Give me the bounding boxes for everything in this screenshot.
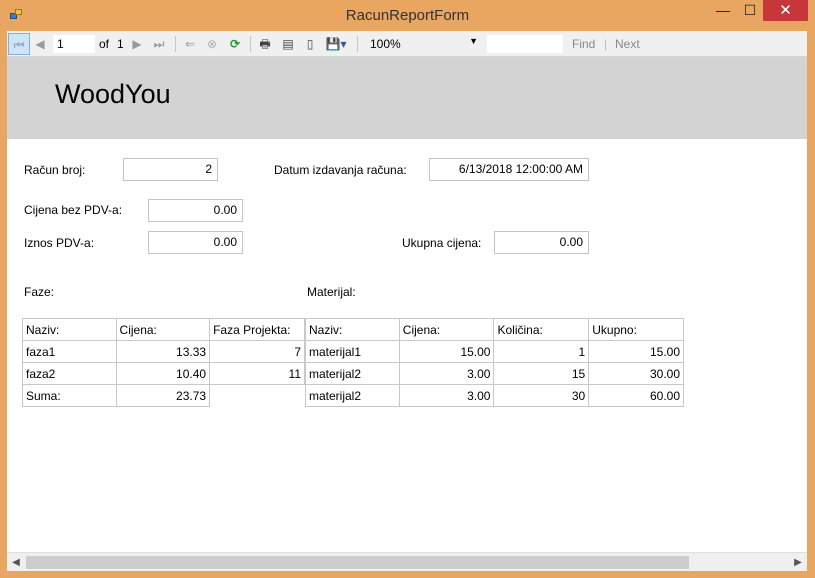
faza-projekta-cell: 7 xyxy=(209,340,305,363)
materijal-section-label: Materijal: xyxy=(307,285,356,299)
title-bar[interactable]: RacunReportForm — ☐ ✕ xyxy=(0,0,815,31)
first-page-icon[interactable]: ⏮ xyxy=(8,33,30,55)
refresh-icon[interactable]: ⟳ xyxy=(226,35,244,53)
toolbar-separator xyxy=(175,36,176,52)
ukupna-cijena-label: Ukupna cijena: xyxy=(402,236,482,250)
table-row: materijal2 3.00 30 60.00 xyxy=(305,384,684,407)
materijal-naziv-cell: materijal2 xyxy=(305,384,400,407)
empty-cell xyxy=(210,385,305,407)
table-row: faza1 13.33 7 xyxy=(22,340,305,363)
iznos-pdv-value: 0.00 xyxy=(148,231,243,254)
find-button[interactable]: Find xyxy=(572,37,595,51)
back-icon[interactable]: ⇐ xyxy=(182,35,198,53)
datum-label: Datum izdavanja računa: xyxy=(274,163,407,177)
column-header: Naziv: xyxy=(22,318,117,341)
export-icon[interactable]: 💾▾ xyxy=(323,35,349,53)
find-next-button[interactable]: Next xyxy=(615,37,640,51)
table-header-row: Naziv: Cijena: Količina: Ukupno: xyxy=(305,318,684,341)
column-header: Faza Projekta: xyxy=(209,318,305,341)
ukupna-cijena-value: 0.00 xyxy=(494,231,589,254)
current-page-input[interactable] xyxy=(53,35,95,53)
iznos-pdv-label: Iznos PDV-a: xyxy=(24,236,95,250)
dropdown-arrow-icon: ▼ xyxy=(469,36,478,46)
faza-cijena-cell: 13.33 xyxy=(115,340,211,363)
report-toolbar: ⏮ ◀ of 1 ▶ ⏭ ⇐ ⊗ ⟳ 🖶 ▤ ▯ 💾▾ 100% ▼ Find … xyxy=(7,31,807,57)
table-row: faza2 10.40 11 xyxy=(22,362,305,385)
report-header: WoodYou xyxy=(7,57,807,139)
column-header: Naziv: xyxy=(305,318,400,341)
report-viewer: ⏮ ◀ of 1 ▶ ⏭ ⇐ ⊗ ⟳ 🖶 ▤ ▯ 💾▾ 100% ▼ Find … xyxy=(7,31,807,571)
materijal-ukupno-cell: 30.00 xyxy=(588,362,684,385)
company-title: WoodYou xyxy=(55,79,171,109)
racun-broj-label: Račun broj: xyxy=(24,163,86,177)
column-header: Količina: xyxy=(493,318,590,341)
scrollbar-thumb[interactable] xyxy=(26,556,689,569)
materijal-ukupno-cell: 15.00 xyxy=(588,340,684,363)
faza-cijena-cell: 10.40 xyxy=(115,362,211,385)
scroll-right-icon[interactable]: ▶ xyxy=(791,554,805,571)
print-layout-icon[interactable]: ▤ xyxy=(279,35,297,53)
cijena-bez-pdv-label: Cijena bez PDV-a: xyxy=(24,203,123,217)
find-separator: | xyxy=(604,37,608,51)
toolbar-separator xyxy=(357,36,358,52)
maximize-button[interactable]: ☐ xyxy=(735,0,765,21)
materijal-cijena-cell: 15.00 xyxy=(398,340,495,363)
faze-section-label: Faze: xyxy=(24,285,55,299)
zoom-select[interactable]: 100% ▼ xyxy=(364,35,482,53)
table-row: materijal1 15.00 1 15.00 xyxy=(305,340,684,363)
datum-value: 6/13/2018 12:00:00 AM xyxy=(429,158,589,181)
horizontal-scrollbar[interactable]: ◀ ▶ xyxy=(7,552,807,571)
table-row: materijal2 3.00 15 30.00 xyxy=(305,362,684,385)
faza-naziv-cell: faza2 xyxy=(22,362,117,385)
sum-row: Suma: 23.73 xyxy=(22,384,305,407)
materijal-kolicina-cell: 30 xyxy=(493,384,590,407)
materijal-table: Naziv: Cijena: Količina: Ukupno: materij… xyxy=(305,318,684,407)
column-header: Cijena: xyxy=(398,318,495,341)
last-page-icon[interactable]: ⏭ xyxy=(150,35,168,53)
stop-icon[interactable]: ⊗ xyxy=(204,35,220,53)
of-label: of xyxy=(99,37,110,51)
search-input[interactable] xyxy=(487,35,563,53)
table-header-row: Naziv: Cijena: Faza Projekta: xyxy=(22,318,305,341)
scroll-left-icon[interactable]: ◀ xyxy=(9,554,23,571)
page-setup-icon[interactable]: ▯ xyxy=(301,35,319,53)
toolbar-separator xyxy=(250,36,251,52)
sum-label: Suma: xyxy=(22,384,117,407)
materijal-kolicina-cell: 15 xyxy=(493,362,590,385)
materijal-cijena-cell: 3.00 xyxy=(398,384,495,407)
column-header: Ukupno: xyxy=(588,318,684,341)
close-button[interactable]: ✕ xyxy=(763,0,808,21)
print-icon[interactable]: 🖶 xyxy=(256,35,274,53)
column-header: Cijena: xyxy=(115,318,211,341)
report-window: RacunReportForm — ☐ ✕ ⏮ ◀ of 1 ▶ ⏭ ⇐ ⊗ ⟳… xyxy=(0,0,815,578)
materijal-cijena-cell: 3.00 xyxy=(398,362,495,385)
window-title: RacunReportForm xyxy=(345,7,470,24)
materijal-naziv-cell: materijal1 xyxy=(305,340,400,363)
materijal-naziv-cell: materijal2 xyxy=(305,362,400,385)
zoom-value: 100% xyxy=(370,37,401,51)
faze-table: Naziv: Cijena: Faza Projekta: faza1 13.3… xyxy=(22,318,305,407)
sum-value: 23.73 xyxy=(115,384,211,407)
materijal-kolicina-cell: 1 xyxy=(493,340,590,363)
racun-broj-value: 2 xyxy=(123,158,218,181)
previous-page-icon[interactable]: ◀ xyxy=(33,35,47,53)
cijena-bez-pdv-value: 0.00 xyxy=(148,199,243,222)
faza-projekta-cell: 11 xyxy=(209,362,305,385)
total-pages: 1 xyxy=(117,37,124,51)
next-page-icon[interactable]: ▶ xyxy=(130,35,144,53)
materijal-ukupno-cell: 60.00 xyxy=(588,384,684,407)
faza-naziv-cell: faza1 xyxy=(22,340,117,363)
